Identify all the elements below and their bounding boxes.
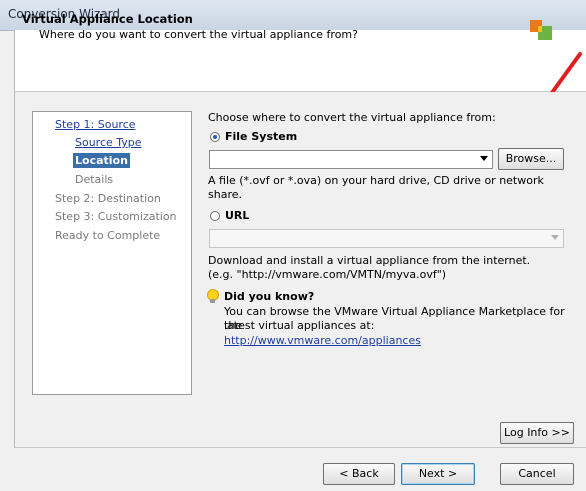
marketplace-link[interactable]: http://www.vmware.com/appliances xyxy=(224,334,421,348)
steps-panel: Step 1: Source Source Type Location Deta… xyxy=(32,111,192,395)
cancel-button[interactable]: Cancel xyxy=(500,463,574,485)
vmware-logo-icon xyxy=(530,20,552,40)
url-label[interactable]: URL xyxy=(225,209,249,222)
url-radio[interactable] xyxy=(210,211,220,221)
dropdown-arrow-icon[interactable] xyxy=(480,156,488,161)
back-button[interactable]: < Back xyxy=(323,463,395,485)
source-prompt: Choose where to convert the virtual appl… xyxy=(208,111,496,124)
tip-line2: latest virtual appliances at: xyxy=(224,319,375,332)
file-system-help-line1: A file (*.ovf or *.ova) on your hard dri… xyxy=(208,174,544,187)
file-system-label[interactable]: File System xyxy=(225,130,297,143)
url-help-line1: Download and install a virtual appliance… xyxy=(208,254,531,267)
footer-divider xyxy=(14,447,586,448)
step-ready: Ready to Complete xyxy=(55,229,161,242)
url-help-line2: (e.g. "http://vmware.com/VMTN/myva.ovf") xyxy=(208,268,447,281)
url-combo[interactable] xyxy=(209,229,564,248)
file-system-help-line2: share. xyxy=(208,188,242,201)
page-title: Virtual Appliance Location xyxy=(22,12,193,26)
step-source-link[interactable]: Step 1: Source xyxy=(55,118,136,131)
page-subtitle: Where do you want to convert the virtual… xyxy=(39,28,358,41)
lightbulb-base xyxy=(210,299,215,303)
tip-title: Did you know? xyxy=(224,290,315,303)
dropdown-arrow-icon[interactable] xyxy=(551,235,559,240)
step-source-type-link[interactable]: Source Type xyxy=(75,136,142,149)
file-system-radio[interactable] xyxy=(210,132,220,142)
step-details: Details xyxy=(75,173,114,186)
browse-button[interactable]: Browse... xyxy=(498,148,564,170)
next-button[interactable]: Next > xyxy=(401,463,475,485)
step-destination: Step 2: Destination xyxy=(55,192,161,205)
file-path-combo[interactable] xyxy=(209,150,493,169)
log-info-button[interactable]: Log Info >> xyxy=(500,422,574,444)
step-customization: Step 3: Customization xyxy=(55,210,177,223)
step-location-selected[interactable]: Location xyxy=(73,153,130,168)
